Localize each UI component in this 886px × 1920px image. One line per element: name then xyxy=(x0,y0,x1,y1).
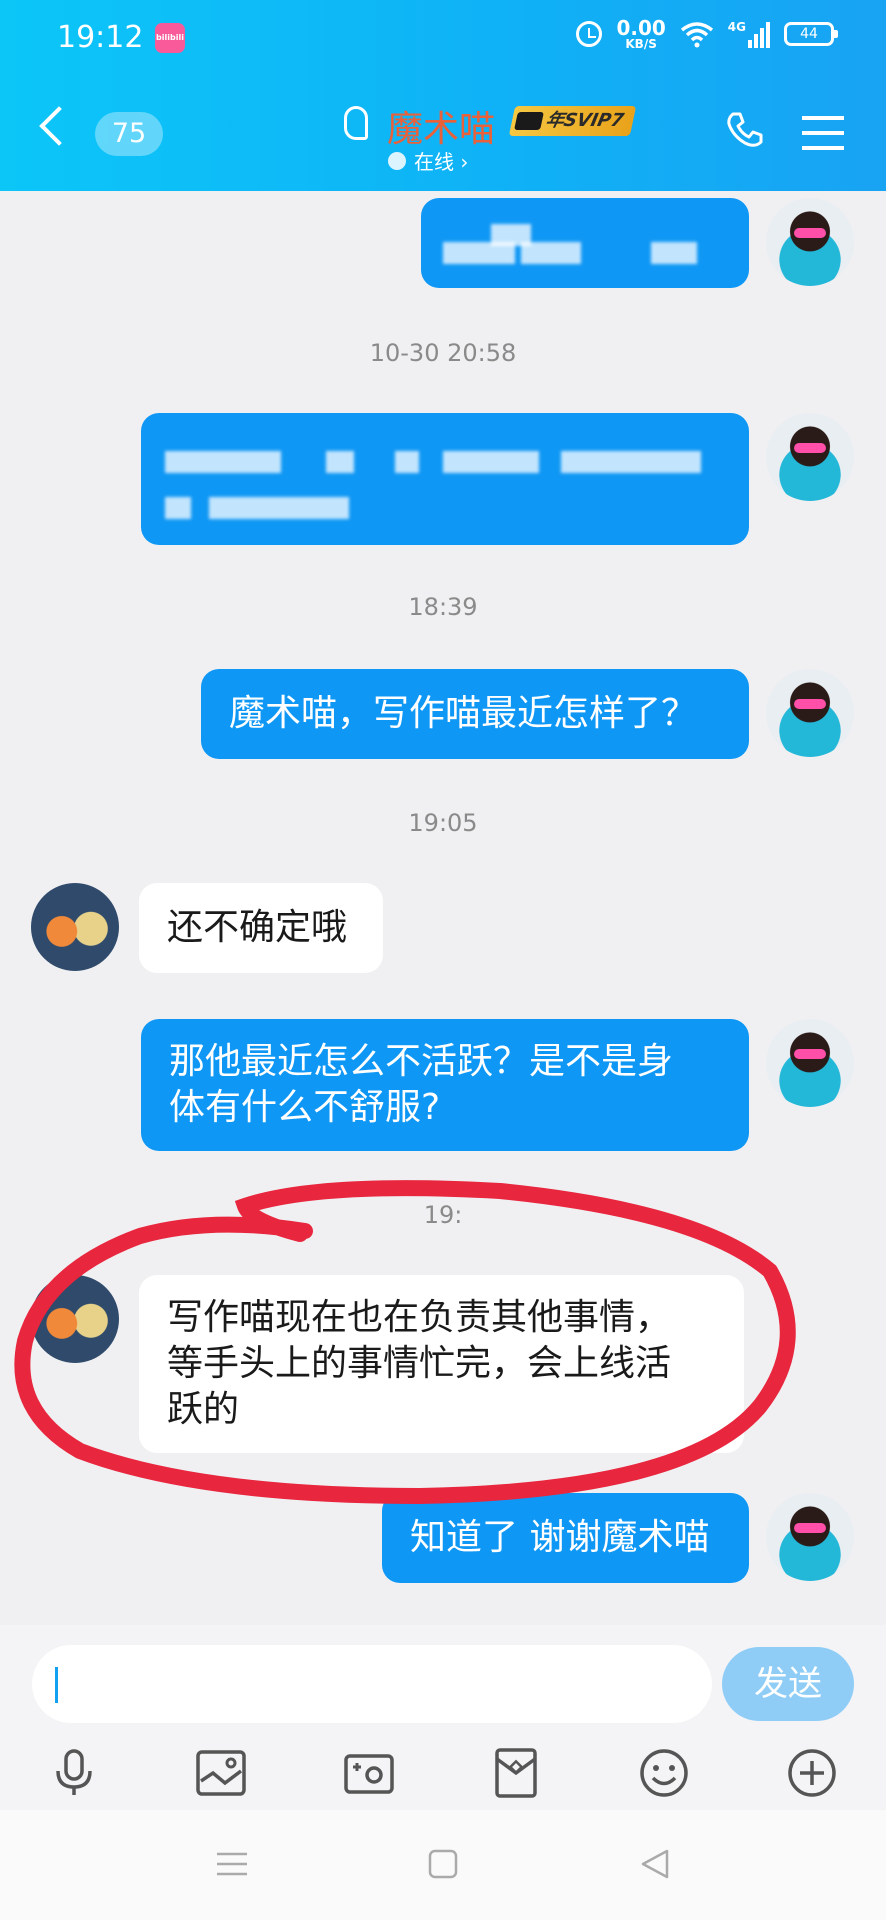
network-speed-value: 0.00 xyxy=(616,16,666,40)
status-icons: 0.00 KB/S 4G 44 xyxy=(576,18,838,50)
message-text: 还不确定哦 xyxy=(167,907,348,948)
message-bubble-outgoing[interactable]: 知道了 谢谢魔术喵 xyxy=(382,1493,749,1583)
emoji-icon[interactable] xyxy=(638,1747,690,1799)
image-icon[interactable] xyxy=(195,1747,247,1799)
alarm-icon xyxy=(576,21,603,47)
clock-icon xyxy=(388,151,406,170)
status-time: 19:12 xyxy=(57,20,144,55)
network-speed: 0.00 KB/S xyxy=(616,18,665,50)
svip-badge[interactable]: 年SVIP7 xyxy=(508,106,637,136)
red-packet-icon[interactable] xyxy=(490,1747,542,1799)
home-icon[interactable] xyxy=(425,1846,461,1882)
top-bar: 19:12 bilibili 0.00 KB/S 4G 44 75 魔术喵 年S… xyxy=(0,0,886,191)
my-avatar[interactable] xyxy=(766,1493,854,1581)
wifi-icon xyxy=(680,22,713,48)
message-text: 写作喵现在也在负责其他事情， 等手头上的事情忙完，会上线活 跃的 xyxy=(167,1297,672,1430)
system-nav-bar xyxy=(0,1810,886,1920)
my-avatar[interactable] xyxy=(766,413,854,501)
timestamp: 19: xyxy=(423,1201,463,1229)
send-button[interactable]: 发送 xyxy=(722,1647,854,1721)
ear-icon[interactable] xyxy=(344,106,368,140)
menu-icon[interactable] xyxy=(802,116,844,150)
message-bubble-outgoing[interactable]: 魔术喵，写作喵最近怎样了？ xyxy=(201,669,749,759)
bilibili-app-icon: bilibili xyxy=(155,23,185,53)
message-text: 知道了 谢谢魔术喵 xyxy=(410,1517,710,1558)
timestamp: 19:05 xyxy=(408,809,478,837)
timestamp: 18:39 xyxy=(408,593,478,621)
chat-area[interactable]: 10-30 20:58 18:39 魔术喵，写作喵最近怎样了？ 19:05 还不… xyxy=(0,191,886,1625)
message-bubble-incoming[interactable]: 写作喵现在也在负责其他事情， 等手头上的事情忙完，会上线活 跃的 xyxy=(139,1275,744,1453)
phone-icon[interactable] xyxy=(725,110,765,150)
online-status: 在线 › xyxy=(414,150,469,174)
contact-avatar[interactable] xyxy=(31,883,119,971)
message-bubble-outgoing[interactable]: 那他最近怎么不活跃？是不是身 体有什么不舒服? xyxy=(141,1019,749,1151)
my-avatar[interactable] xyxy=(766,198,854,286)
online-status-row[interactable]: 在线 › xyxy=(388,146,468,175)
back-nav-icon[interactable] xyxy=(637,1846,673,1882)
cell-signal-icon: 4G xyxy=(728,20,770,48)
microphone-icon[interactable] xyxy=(48,1747,100,1799)
contact-avatar[interactable] xyxy=(31,1275,119,1363)
message-text: 魔术喵，写作喵最近怎样了？ xyxy=(229,693,698,734)
battery-icon: 44 xyxy=(784,22,838,46)
timestamp: 10-30 20:58 xyxy=(369,339,517,367)
network-type: 4G xyxy=(727,20,746,34)
camera-icon[interactable] xyxy=(343,1747,395,1799)
input-bar: 发送 xyxy=(0,1625,886,1810)
text-caret xyxy=(55,1667,58,1703)
message-bubble-redacted[interactable] xyxy=(141,413,749,545)
message-text: 那他最近怎么不活跃？是不是身 体有什么不舒服? xyxy=(169,1041,674,1128)
recent-apps-icon[interactable] xyxy=(214,1846,250,1882)
plus-icon[interactable] xyxy=(786,1747,838,1799)
my-avatar[interactable] xyxy=(766,669,854,757)
contact-name[interactable]: 魔术喵 xyxy=(387,100,495,152)
unread-count-badge[interactable]: 75 xyxy=(95,112,163,156)
message-bubble-redacted[interactable] xyxy=(421,198,749,288)
message-input[interactable] xyxy=(32,1645,712,1723)
back-icon[interactable] xyxy=(39,106,79,146)
my-avatar[interactable] xyxy=(766,1019,854,1107)
message-bubble-incoming[interactable]: 还不确定哦 xyxy=(139,883,383,973)
